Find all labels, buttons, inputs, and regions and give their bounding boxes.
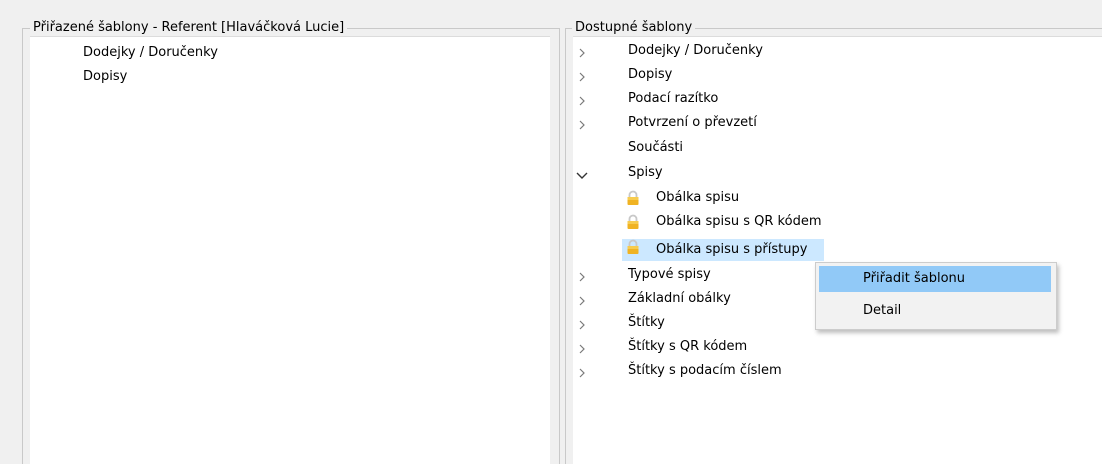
tree-item-potvrzeni[interactable]: Potvrzení o převzetí — [628, 112, 757, 134]
tree-item-obalka-spisu-pristupy[interactable]: Obálka spisu s přístupy — [656, 239, 807, 261]
chevron-right-icon[interactable] — [576, 265, 588, 287]
menu-item-label: Detail — [863, 303, 902, 318]
tree-item-spisy[interactable]: Spisy — [628, 162, 663, 184]
tree-item-obalka-spisu[interactable]: Obálka spisu — [656, 187, 739, 209]
tree-item-stitky[interactable]: Štítky — [628, 312, 665, 334]
tree-item-dopisy[interactable]: Dopisy — [628, 64, 672, 86]
tree-item-stitky-podaci[interactable]: Štítky s podacím číslem — [628, 360, 782, 382]
tree-item-soucasti[interactable]: Součásti — [628, 137, 683, 159]
tree-item-podaci-razitko[interactable]: Podací razítko — [628, 88, 718, 110]
chevron-right-icon[interactable] — [576, 89, 588, 111]
context-menu: Přiřadit šablonu Detail — [815, 262, 1057, 330]
assigned-templates-list[interactable]: Dodejky / Doručenky Dopisy — [30, 36, 550, 464]
list-item[interactable]: Dopisy — [83, 66, 127, 88]
list-item[interactable]: Dodejky / Doručenky — [83, 42, 218, 64]
tree-item-obalka-spisu-qr[interactable]: Obálka spisu s QR kódem — [656, 211, 821, 233]
menu-item-detail[interactable]: Detail — [819, 298, 1051, 324]
lock-icon — [626, 190, 640, 206]
menu-item-label: Přiřadit šablonu — [863, 271, 966, 286]
menu-item-assign-template[interactable]: Přiřadit šablonu — [819, 266, 1051, 292]
lock-icon — [626, 214, 640, 230]
tree-item-typove-spisy[interactable]: Typové spisy — [628, 264, 711, 286]
chevron-right-icon[interactable] — [576, 41, 588, 63]
lock-icon — [626, 239, 640, 255]
assigned-templates-title: Přiřazené šablony - Referent [Hlaváčková… — [30, 20, 348, 36]
tree-item-dodejky[interactable]: Dodejky / Doručenky — [628, 40, 763, 62]
chevron-right-icon[interactable] — [576, 337, 588, 359]
available-templates-title: Dostupné šablony — [572, 20, 696, 36]
chevron-right-icon[interactable] — [576, 65, 588, 87]
chevron-right-icon[interactable] — [576, 313, 588, 335]
tree-item-stitky-qr[interactable]: Štítky s QR kódem — [628, 336, 747, 358]
chevron-right-icon[interactable] — [576, 289, 588, 311]
tree-item-zakladni-obalky[interactable]: Základní obálky — [628, 288, 731, 310]
chevron-right-icon[interactable] — [576, 113, 588, 135]
chevron-right-icon[interactable] — [576, 361, 588, 383]
template-assignment-window: Přiřazené šablony - Referent [Hlaváčková… — [0, 0, 1102, 464]
chevron-down-icon[interactable] — [576, 163, 588, 185]
